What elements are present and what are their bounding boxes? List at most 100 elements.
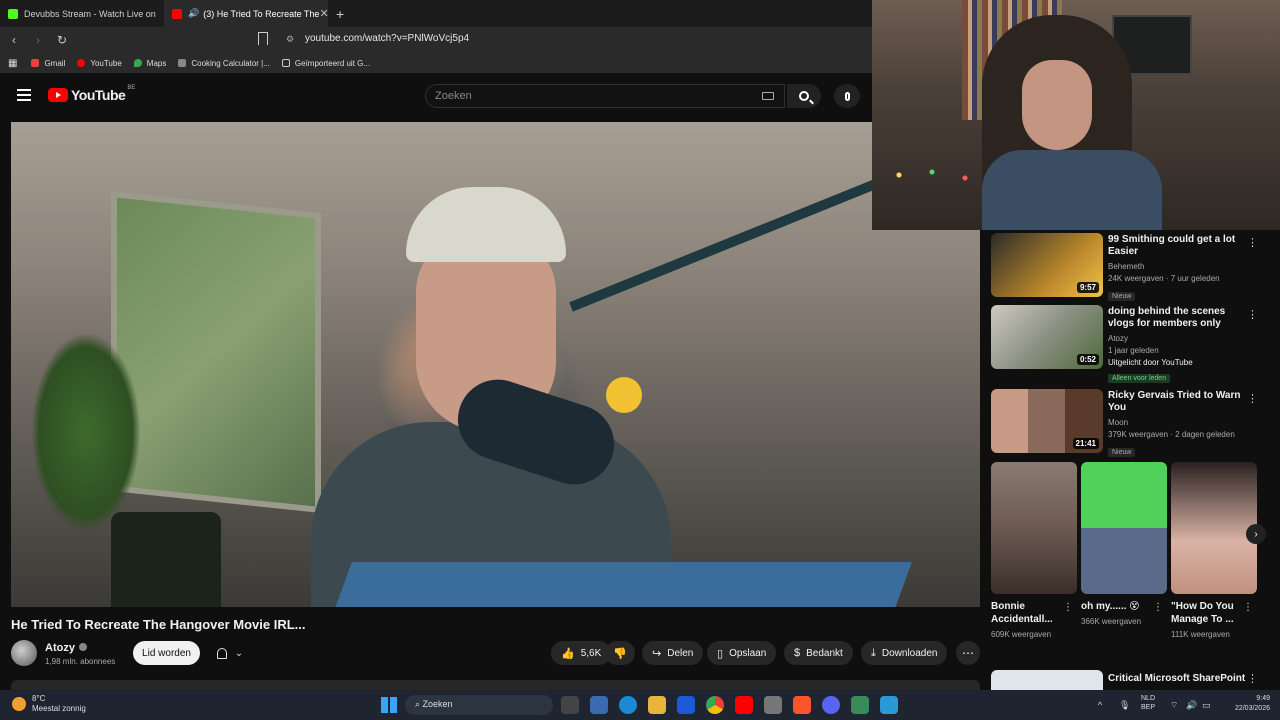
brave-icon[interactable]: [793, 696, 811, 714]
task-view-icon[interactable]: [561, 696, 579, 714]
save-button[interactable]: ▯ Opslaan: [707, 641, 777, 665]
more-options-icon[interactable]: ⋮: [1243, 602, 1253, 613]
new-badge: Nieuw: [1108, 292, 1136, 301]
clock[interactable]: 9:49 22/03/2026: [1235, 694, 1270, 714]
more-options-icon[interactable]: ⋮: [1247, 672, 1258, 685]
bookmark-folder[interactable]: Geïmporteerd uit G...: [281, 59, 370, 68]
bookmark-youtube[interactable]: YouTube: [77, 59, 122, 68]
clock-time: 9:49: [1256, 695, 1270, 702]
address-bar-row: ‹ › ↻ ⚙ youtube.com/watch?v=PNlWoVcj5p4: [0, 27, 872, 53]
more-options-icon[interactable]: ⋮: [1247, 236, 1258, 249]
close-tab-icon[interactable]: ✕: [319, 7, 328, 20]
short-card[interactable]: Bonnie Accidentall... 609K weergaven ⋮: [991, 462, 1077, 642]
video-title[interactable]: Critical Microsoft SharePoint: [1108, 673, 1245, 685]
webcam-overlay: [872, 0, 1280, 230]
channel-name[interactable]: Atozy: [45, 642, 87, 654]
channel-avatar[interactable]: [11, 640, 37, 666]
video-thumbnail[interactable]: [991, 670, 1103, 690]
video-player[interactable]: [11, 122, 980, 607]
dislike-button[interactable]: 👎: [605, 641, 635, 665]
bookmark-cooking[interactable]: Cooking Calculator |...: [178, 59, 270, 68]
new-tab-button[interactable]: +: [336, 6, 344, 22]
site-settings-icon[interactable]: ⚙: [286, 34, 294, 45]
app-icon[interactable]: [851, 696, 869, 714]
short-card[interactable]: "How Do You Manage To ... 111K weergaven…: [1171, 462, 1257, 642]
menu-icon[interactable]: [17, 89, 31, 101]
channel-name[interactable]: Atozy: [1108, 334, 1128, 343]
more-options-icon[interactable]: ⋮: [1247, 308, 1258, 321]
join-button[interactable]: Lid worden: [133, 641, 200, 665]
volume-icon[interactable]: 🔊: [1186, 700, 1197, 711]
shorts-next-button[interactable]: ›: [1246, 524, 1266, 544]
store-icon[interactable]: [590, 696, 608, 714]
video-thumbnail[interactable]: 0:52: [991, 305, 1103, 369]
plant: [31, 332, 141, 532]
bookmark-maps[interactable]: Maps: [133, 59, 166, 68]
taskbar-search[interactable]: ⌕ Zoeken: [405, 695, 553, 715]
tab-devubbs[interactable]: Devubbs Stream - Watch Live on: [0, 0, 164, 27]
download-icon: ⤓: [871, 646, 876, 659]
edge-icon[interactable]: [619, 696, 637, 714]
related-video[interactable]: Critical Microsoft SharePoint ⋮: [990, 670, 1270, 690]
more-options-icon[interactable]: ⋮: [1153, 602, 1163, 613]
video-title[interactable]: Ricky Gervais Tried to Warn You: [1108, 390, 1248, 414]
thanks-button[interactable]: $ Bedankt: [784, 641, 853, 665]
bookmark-icon[interactable]: [258, 32, 268, 45]
bookmark-gmail[interactable]: Gmail: [31, 59, 65, 68]
url-field[interactable]: youtube.com/watch?v=PNlWoVcj5p4: [305, 33, 469, 44]
description-box[interactable]: [11, 680, 980, 690]
back-button[interactable]: ‹: [4, 33, 24, 47]
download-label: Downloaden: [881, 647, 938, 659]
search-input[interactable]: Zoeken: [425, 84, 785, 108]
video-thumbnail[interactable]: 21:41: [991, 389, 1103, 453]
short-thumbnail[interactable]: [1171, 462, 1257, 594]
discord-icon[interactable]: [822, 696, 840, 714]
video-title[interactable]: doing behind the scenes vlogs for member…: [1108, 306, 1248, 330]
file-explorer-icon[interactable]: [648, 696, 666, 714]
download-button[interactable]: ⤓ Downloaden: [861, 641, 948, 665]
keyboard-icon[interactable]: [762, 92, 774, 100]
search-button[interactable]: [787, 84, 821, 108]
logo-text: YouTube: [71, 87, 126, 103]
voice-search-button[interactable]: [834, 84, 860, 108]
mail-icon[interactable]: [677, 696, 695, 714]
channel-name[interactable]: Behemeth: [1108, 262, 1144, 271]
forward-button[interactable]: ›: [28, 33, 48, 47]
apps-grid-icon[interactable]: ▦: [8, 58, 17, 69]
microphone-tray-icon[interactable]: 🎙: [1119, 700, 1130, 711]
video-thumbnail[interactable]: 9:57: [991, 233, 1103, 297]
tab-youtube[interactable]: 🔊 (3) He Tried To Recreate The ✕: [164, 0, 328, 27]
chrome-icon[interactable]: [706, 696, 724, 714]
calculator-icon[interactable]: [764, 696, 782, 714]
wifi-icon[interactable]: ⌔: [1170, 700, 1178, 711]
video-title[interactable]: 99 Smithing could get a lot Easier: [1108, 234, 1248, 258]
channel-name[interactable]: Moon: [1108, 418, 1128, 427]
youtube-logo[interactable]: YouTube BE: [48, 85, 135, 103]
short-views: 609K weergaven: [991, 630, 1052, 639]
related-video[interactable]: 9:57 99 Smithing could get a lot Easier …: [990, 230, 1270, 306]
like-button[interactable]: 👍 5,6K: [551, 641, 612, 665]
app-icon[interactable]: [880, 696, 898, 714]
chevron-up-icon[interactable]: ^: [1098, 700, 1102, 710]
more-options-icon[interactable]: ⋮: [1063, 602, 1073, 613]
chevron-down-icon: ⌄: [234, 647, 244, 659]
more-options-icon[interactable]: ⋮: [1247, 392, 1258, 405]
short-card[interactable]: oh my...... 😵 366K weergaven ⋮: [1081, 462, 1167, 629]
battery-icon[interactable]: ▭: [1202, 700, 1211, 711]
reload-button[interactable]: ↻: [52, 33, 72, 47]
related-video[interactable]: 21:41 Ricky Gervais Tried to Warn You Mo…: [990, 386, 1270, 462]
like-count: 5,6K: [580, 647, 602, 659]
short-thumbnail[interactable]: [1081, 462, 1167, 594]
share-button[interactable]: ↪ Delen: [642, 641, 704, 665]
youtube-app-icon[interactable]: [735, 696, 753, 714]
notifications-button[interactable]: ⌄: [205, 641, 255, 665]
short-title[interactable]: Bonnie Accidentall...: [991, 600, 1065, 626]
more-actions-button[interactable]: ⋯: [956, 641, 980, 665]
related-video[interactable]: 0:52 doing behind the scenes vlogs for m…: [990, 302, 1270, 383]
language-indicator[interactable]: NLD BEP: [1141, 694, 1155, 712]
short-thumbnail[interactable]: [991, 462, 1077, 594]
short-title[interactable]: oh my...... 😵: [1081, 600, 1155, 613]
weather-widget[interactable]: 8°C Meestal zonnig: [12, 694, 86, 714]
short-title[interactable]: "How Do You Manage To ...: [1171, 600, 1245, 626]
windows-start-icon[interactable]: [381, 697, 397, 713]
